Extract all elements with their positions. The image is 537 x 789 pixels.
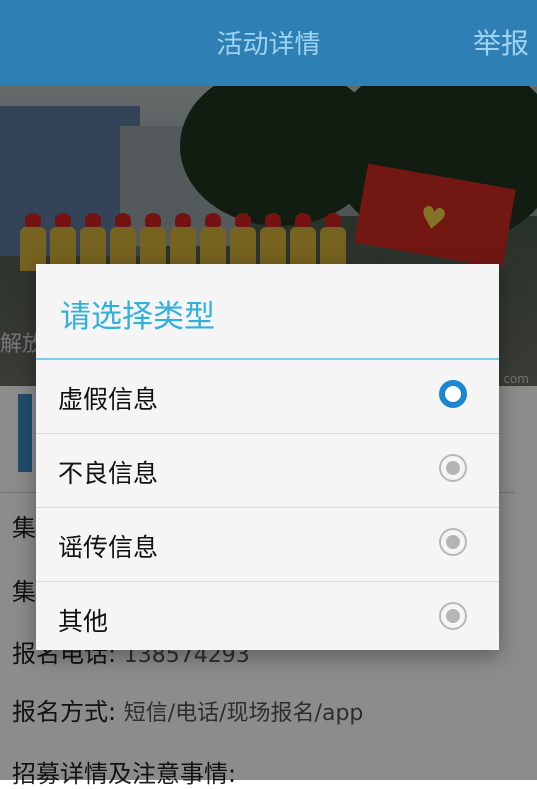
option-label: 谣传信息: [58, 533, 159, 562]
option-false-info[interactable]: 虚假信息: [36, 360, 499, 434]
option-bad-info[interactable]: 不良信息: [36, 434, 499, 508]
option-label: 其他: [58, 607, 109, 636]
dialog-title: 请选择类型: [60, 299, 215, 335]
radio-selected-icon[interactable]: [439, 380, 467, 408]
report-type-dialog: 请选择类型 虚假信息 不良信息 谣传信息 其他: [36, 264, 499, 650]
radio-dot: [446, 535, 460, 549]
report-button[interactable]: 举报: [473, 22, 529, 62]
page-title: 活动详情: [216, 30, 321, 60]
top-bar: 活动详情 举报: [0, 0, 537, 86]
radio-dot: [446, 609, 460, 623]
option-other[interactable]: 其他: [36, 582, 499, 655]
option-rumor-info[interactable]: 谣传信息: [36, 508, 499, 582]
radio-unselected-icon[interactable]: [439, 602, 467, 630]
radio-unselected-icon[interactable]: [439, 454, 467, 482]
option-label: 虚假信息: [58, 385, 159, 414]
option-label: 不良信息: [58, 459, 159, 488]
radio-dot: [446, 461, 460, 475]
radio-unselected-icon[interactable]: [439, 528, 467, 556]
